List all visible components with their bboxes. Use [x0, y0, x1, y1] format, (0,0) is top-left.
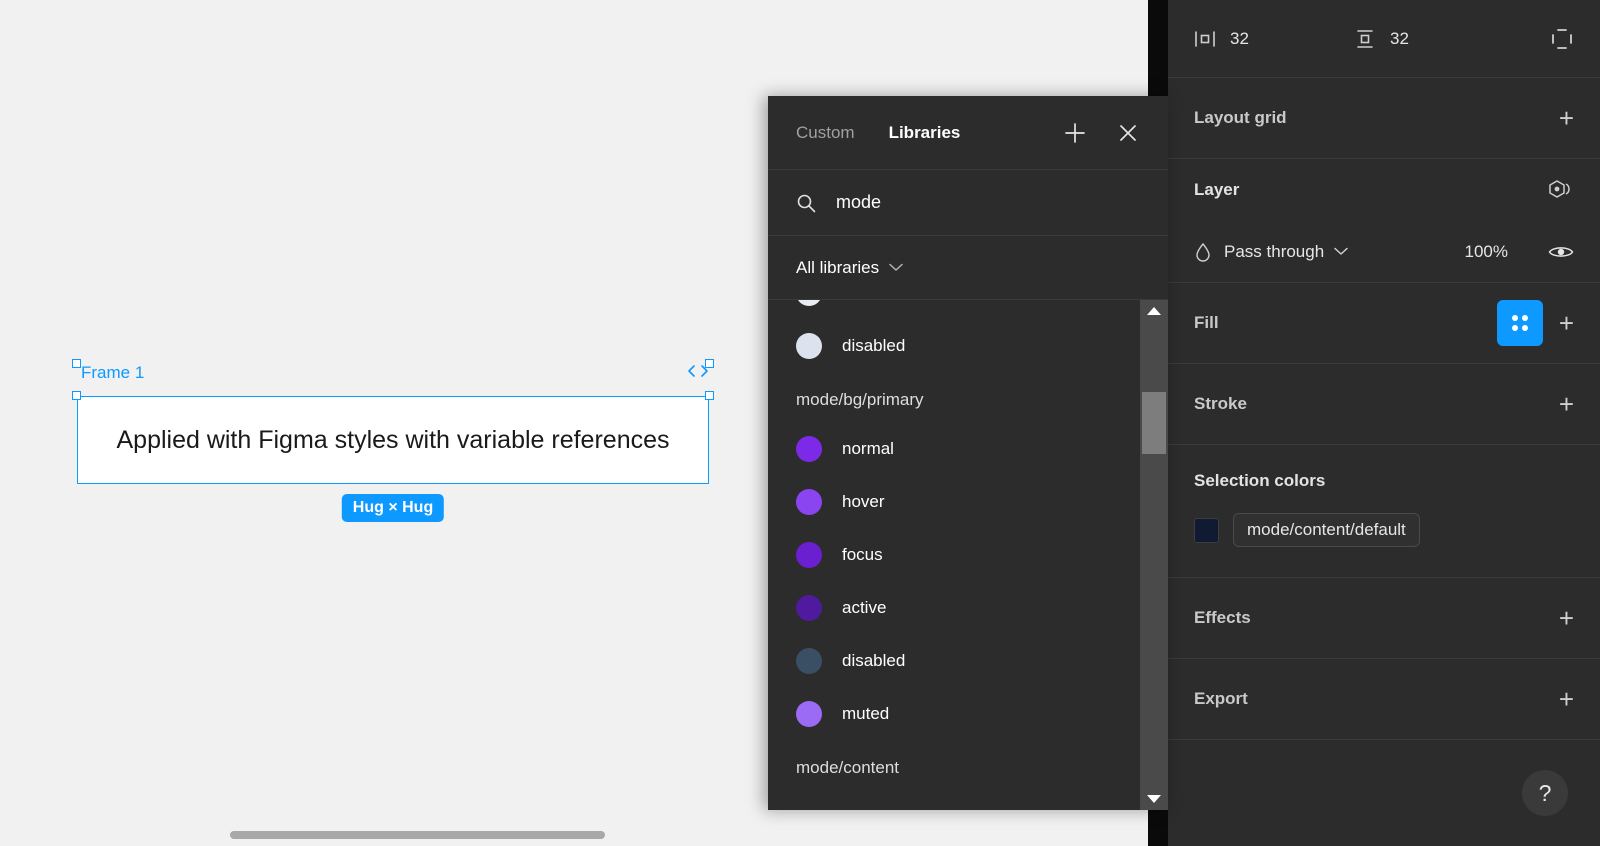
color-swatch — [796, 700, 822, 727]
list-item[interactable]: disabled — [768, 319, 1140, 372]
resize-handle-top-left[interactable] — [72, 391, 81, 400]
variables-list-inner: disabled mode/bg/primary normal hover fo… — [768, 300, 1140, 790]
properties-panel: 32 32 Layout grid + Layer Pass through 1… — [1168, 0, 1600, 846]
selection-colors-title: Selection colors — [1194, 471, 1326, 490]
color-swatch — [796, 541, 822, 568]
search-input[interactable]: mode — [836, 192, 881, 213]
fill-title: Fill — [1194, 313, 1219, 332]
list-item-label: focus — [842, 544, 883, 564]
list-item[interactable]: normal — [768, 422, 1140, 475]
individual-padding-icon[interactable] — [1550, 27, 1574, 51]
frame-name-label[interactable]: Frame 1 — [81, 363, 144, 383]
variables-dots — [1511, 315, 1528, 331]
resize-handle-bottom-right[interactable] — [705, 359, 714, 368]
selection-color-row[interactable]: mode/content/default — [1194, 513, 1574, 547]
list-item-label: disabled — [842, 650, 906, 670]
selection-colors-section: Selection colors mode/content/default — [1168, 445, 1600, 578]
scroll-up-arrow[interactable] — [1140, 300, 1168, 322]
search-row[interactable]: mode — [768, 170, 1168, 236]
list-item-label: muted — [842, 703, 890, 723]
color-swatch — [796, 488, 822, 515]
vertical-padding-value[interactable]: 32 — [1390, 29, 1409, 49]
variables-list[interactable]: disabled mode/bg/primary normal hover fo… — [768, 300, 1168, 810]
stroke-title: Stroke — [1194, 394, 1247, 413]
stroke-section: Stroke + — [1168, 364, 1600, 445]
export-title: Export — [1194, 689, 1248, 708]
layer-section-header: Layer — [1168, 159, 1600, 221]
add-library-button[interactable] — [1062, 120, 1088, 146]
vertical-padding-group[interactable]: 32 — [1354, 29, 1514, 49]
horizontal-padding-value[interactable]: 32 — [1230, 29, 1249, 49]
effects-section: Effects + — [1168, 578, 1600, 659]
resize-handle-bottom-left[interactable] — [72, 359, 81, 368]
search-icon — [796, 193, 816, 213]
chevron-down-icon — [1334, 247, 1348, 256]
size-badge[interactable]: Hug × Hug — [341, 494, 445, 522]
tab-custom[interactable]: Custom — [796, 123, 855, 143]
add-stroke-button[interactable]: + — [1559, 391, 1574, 417]
padding-row: 32 32 — [1168, 0, 1600, 78]
color-swatch — [796, 300, 822, 306]
library-filter-label: All libraries — [796, 257, 880, 277]
horizontal-padding-icon — [1194, 30, 1216, 48]
selection-color-label[interactable]: mode/content/default — [1233, 513, 1420, 547]
layer-title: Layer — [1194, 180, 1240, 199]
list-item-label: active — [842, 597, 887, 617]
eye-icon[interactable] — [1548, 243, 1574, 261]
add-layout-grid-button[interactable]: + — [1559, 105, 1574, 131]
color-swatch — [796, 332, 822, 359]
help-button[interactable]: ? — [1522, 770, 1568, 816]
frame-text-content: Applied with Figma styles with variable … — [116, 425, 670, 454]
library-filter-dropdown[interactable]: All libraries — [768, 236, 1168, 300]
vertical-padding-icon — [1354, 29, 1376, 49]
group-header: mode/content — [796, 758, 900, 777]
horizontal-padding-group[interactable]: 32 — [1194, 29, 1354, 49]
list-item[interactable]: active — [768, 581, 1140, 634]
list-item[interactable]: hover — [768, 475, 1140, 528]
effects-title: Effects — [1194, 608, 1251, 627]
export-section: Export + — [1168, 659, 1600, 740]
list-item-label: normal — [842, 438, 894, 458]
list-item[interactable]: muted — [768, 687, 1140, 740]
blend-mode-value: Pass through — [1224, 241, 1325, 261]
scrollbar-thumb[interactable] — [1142, 392, 1166, 454]
selection-color-swatch[interactable] — [1194, 517, 1219, 543]
frame-bounds[interactable]: Applied with Figma styles with variable … — [77, 396, 709, 484]
add-effect-button[interactable]: + — [1559, 605, 1574, 631]
blend-drop-icon — [1194, 242, 1212, 262]
chevron-down-icon — [889, 263, 903, 272]
color-swatch — [796, 435, 822, 462]
fill-section: Fill + — [1168, 283, 1600, 364]
group-header: mode/bg/primary — [796, 390, 924, 409]
vertical-scrollbar[interactable] — [1140, 300, 1168, 810]
horizontal-scrollbar[interactable] — [230, 831, 605, 839]
list-item[interactable] — [768, 300, 1140, 319]
opacity-value[interactable]: 100% — [1465, 242, 1508, 262]
tab-libraries[interactable]: Libraries — [889, 123, 961, 143]
layer-blend-row: Pass through 100% — [1168, 221, 1600, 283]
color-swatch — [796, 594, 822, 621]
scroll-down-arrow[interactable] — [1140, 788, 1168, 810]
list-item[interactable]: disabled — [768, 634, 1140, 687]
blend-mode-dropdown[interactable]: Pass through — [1224, 242, 1348, 262]
color-swatch — [796, 647, 822, 674]
component-set-icon[interactable] — [1548, 179, 1574, 201]
list-item-label: hover — [842, 491, 885, 511]
list-item-label: disabled — [842, 335, 906, 355]
layout-grid-title: Layout grid — [1194, 108, 1287, 127]
libraries-popup: Custom Libraries mode All libraries disa… — [768, 96, 1168, 810]
add-fill-button[interactable]: + — [1559, 310, 1574, 336]
add-export-button[interactable]: + — [1559, 686, 1574, 712]
variables-icon[interactable] — [1496, 300, 1543, 346]
popup-header: Custom Libraries — [768, 96, 1168, 170]
resize-handle-top-right[interactable] — [705, 391, 714, 400]
close-icon[interactable] — [1116, 121, 1140, 145]
list-item[interactable]: focus — [768, 528, 1140, 581]
layout-grid-section: Layout grid + — [1168, 78, 1600, 159]
